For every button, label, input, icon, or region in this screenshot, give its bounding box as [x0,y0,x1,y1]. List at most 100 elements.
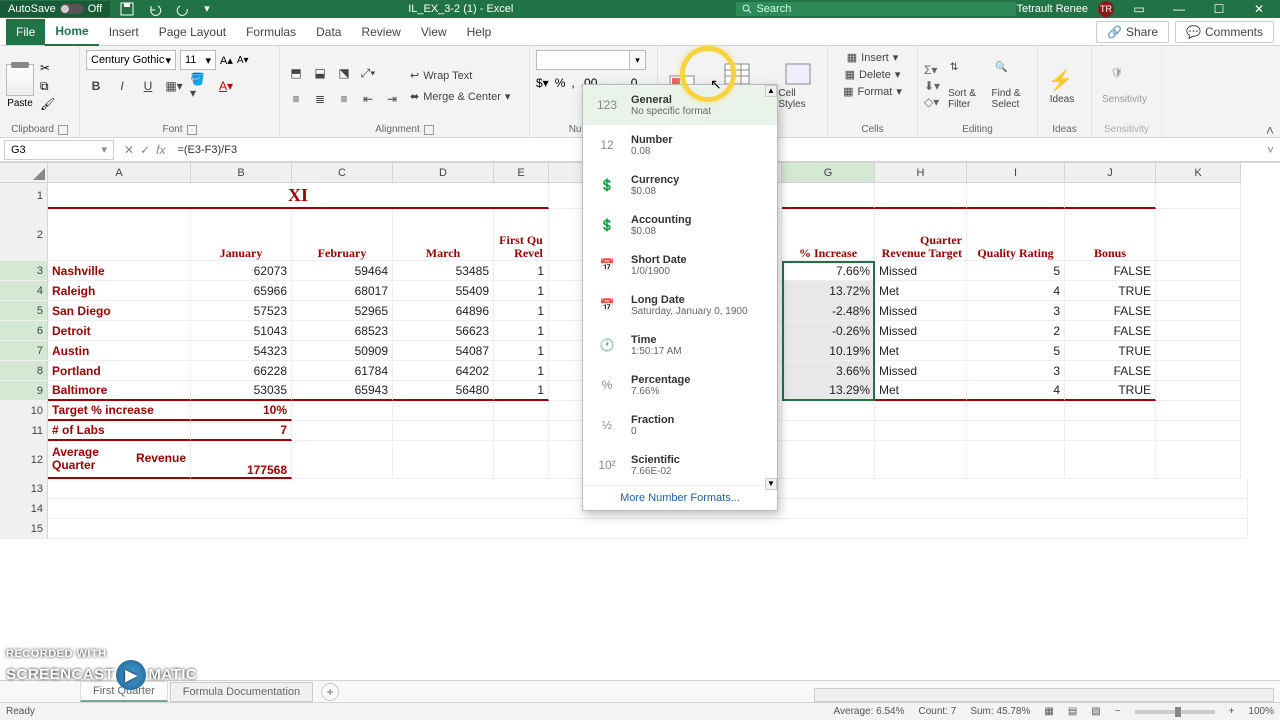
quality-rating-cell[interactable]: 3 [967,301,1065,321]
enter-formula-icon[interactable]: ✓ [140,143,150,157]
select-all-cells[interactable] [0,163,48,183]
row-header-4[interactable]: 4 [0,281,48,301]
insert-cells-button[interactable]: ▦ Insert ▾ [843,50,902,65]
row-header-15[interactable]: 15 [0,519,48,539]
font-dialog-icon[interactable] [187,125,197,135]
fill-color-button[interactable]: 🪣▾ [190,76,210,96]
pct-increase-cell[interactable]: -0.26% [782,321,875,341]
horizontal-scrollbar[interactable] [814,688,1274,702]
merge-center-button[interactable]: ⬌ Merge & Center ▾ [406,88,514,105]
num-labs-label[interactable]: # of Labs [48,421,191,441]
header-march[interactable]: March [393,209,494,261]
header-quarter-target[interactable]: Quarter Revenue Target [875,209,967,261]
data-cell[interactable]: 1 [494,301,549,321]
data-cell[interactable]: 53485 [393,261,494,281]
expand-formula-bar-icon[interactable]: ˅ [1261,143,1280,157]
wrap-text-button[interactable]: ↩ Wrap Text [406,67,514,84]
bonus-cell[interactable]: FALSE [1065,361,1156,381]
pct-increase-cell[interactable]: 10.19% [782,341,875,361]
pct-increase-cell[interactable]: -2.48% [782,301,875,321]
number-format-option-time[interactable]: 🕐 Time1:50:17 AM [583,325,777,365]
col-header-e[interactable]: E [494,163,549,183]
number-format-option-percentage[interactable]: % Percentage7.66% [583,365,777,405]
bonus-cell[interactable]: TRUE [1065,341,1156,361]
target-status-cell[interactable]: Missed [875,361,967,381]
row-header-11[interactable]: 11 [0,421,48,441]
clear-icon[interactable]: ◇▾ [924,95,940,109]
cell-styles-button[interactable]: Cell Styles [774,60,821,112]
city-cell[interactable]: San Diego [48,301,191,321]
search-box[interactable]: Search [736,2,1016,16]
number-format-option-accounting[interactable]: 💲 Accounting$0.08 [583,205,777,245]
more-number-formats-link[interactable]: More Number Formats... [583,485,777,510]
merged-title-cell[interactable]: XI [48,183,549,209]
col-header-c[interactable]: C [292,163,393,183]
format-cells-button[interactable]: ▦ Format ▾ [839,84,906,99]
header-quality-rating[interactable]: Quality Rating [967,209,1065,261]
target-status-cell[interactable]: Missed [875,261,967,281]
tab-insert[interactable]: Insert [99,19,149,45]
collapse-ribbon-icon[interactable]: ˄ [1266,122,1274,138]
row-header-13[interactable]: 13 [0,479,48,499]
data-cell[interactable]: 57523 [191,301,292,321]
row-header-10[interactable]: 10 [0,401,48,421]
alignment-dialog-icon[interactable] [424,125,434,135]
cut-icon[interactable]: ✂ [40,61,56,75]
delete-cells-button[interactable]: ▦ Delete ▾ [841,67,905,82]
data-cell[interactable]: 1 [494,281,549,301]
data-cell[interactable]: 68017 [292,281,393,301]
quality-rating-cell[interactable]: 5 [967,341,1065,361]
target-status-cell[interactable]: Met [875,381,967,401]
header-bonus[interactable]: Bonus [1065,209,1156,261]
data-cell[interactable]: 66228 [191,361,292,381]
col-header-d[interactable]: D [393,163,494,183]
col-header-i[interactable]: I [967,163,1065,183]
copy-icon[interactable]: ⧉ [40,79,56,93]
data-cell[interactable]: 54323 [191,341,292,361]
target-pct-label[interactable]: Target % increase [48,401,191,421]
data-cell[interactable]: 64202 [393,361,494,381]
data-cell[interactable]: 65966 [191,281,292,301]
save-icon[interactable] [120,2,134,16]
zoom-slider[interactable] [1135,710,1215,714]
data-cell[interactable]: 59464 [292,261,393,281]
underline-button[interactable]: U [138,76,158,96]
city-cell[interactable]: Nashville [48,261,191,281]
target-status-cell[interactable]: Missed [875,301,967,321]
minimize-icon[interactable]: — [1164,2,1194,16]
number-format-dropdown[interactable]: ▲ 1̇23 GeneralNo specific format 12 Numb… [582,84,778,511]
zoom-in-icon[interactable]: + [1229,706,1235,717]
find-select-button[interactable]: 🔍Find & Select [988,60,1031,112]
quality-rating-cell[interactable]: 2 [967,321,1065,341]
city-cell[interactable]: Raleigh [48,281,191,301]
row-header-6[interactable]: 6 [0,321,48,341]
header-pct-increase[interactable]: % Increase [782,209,875,261]
align-bottom-icon[interactable]: ⬔ [334,63,354,83]
font-name-select[interactable]: Century Gothic▾ [86,50,176,70]
italic-button[interactable]: I [112,76,132,96]
bonus-cell[interactable]: FALSE [1065,301,1156,321]
pct-increase-cell[interactable]: 3.66% [782,361,875,381]
avg-qtr-label[interactable]: Average QuarterRevenue [48,441,191,479]
fx-icon[interactable]: fx [156,143,165,157]
city-cell[interactable]: Baltimore [48,381,191,401]
bonus-cell[interactable]: TRUE [1065,381,1156,401]
increase-font-icon[interactable]: A▴ [220,54,233,67]
target-status-cell[interactable]: Missed [875,321,967,341]
number-format-option-number[interactable]: 12 Number0.08 [583,125,777,165]
paste-button[interactable]: Paste [6,64,34,109]
row-header-8[interactable]: 8 [0,361,48,381]
row-header-2[interactable]: 2 [0,209,48,261]
comma-format-icon[interactable]: , [571,76,574,90]
col-header-j[interactable]: J [1065,163,1156,183]
undo-icon[interactable] [148,2,162,16]
increase-indent-icon[interactable]: ⇥ [382,89,402,109]
tab-help[interactable]: Help [457,19,502,45]
data-cell[interactable]: 53035 [191,381,292,401]
number-format-select[interactable]: ▾ [536,50,646,70]
number-format-option-short-date[interactable]: 📅 Short Date1/0/1900 [583,245,777,285]
data-cell[interactable]: 56480 [393,381,494,401]
zoom-out-icon[interactable]: − [1115,706,1121,717]
data-cell[interactable]: 65943 [292,381,393,401]
number-format-option-currency[interactable]: 💲 Currency$0.08 [583,165,777,205]
